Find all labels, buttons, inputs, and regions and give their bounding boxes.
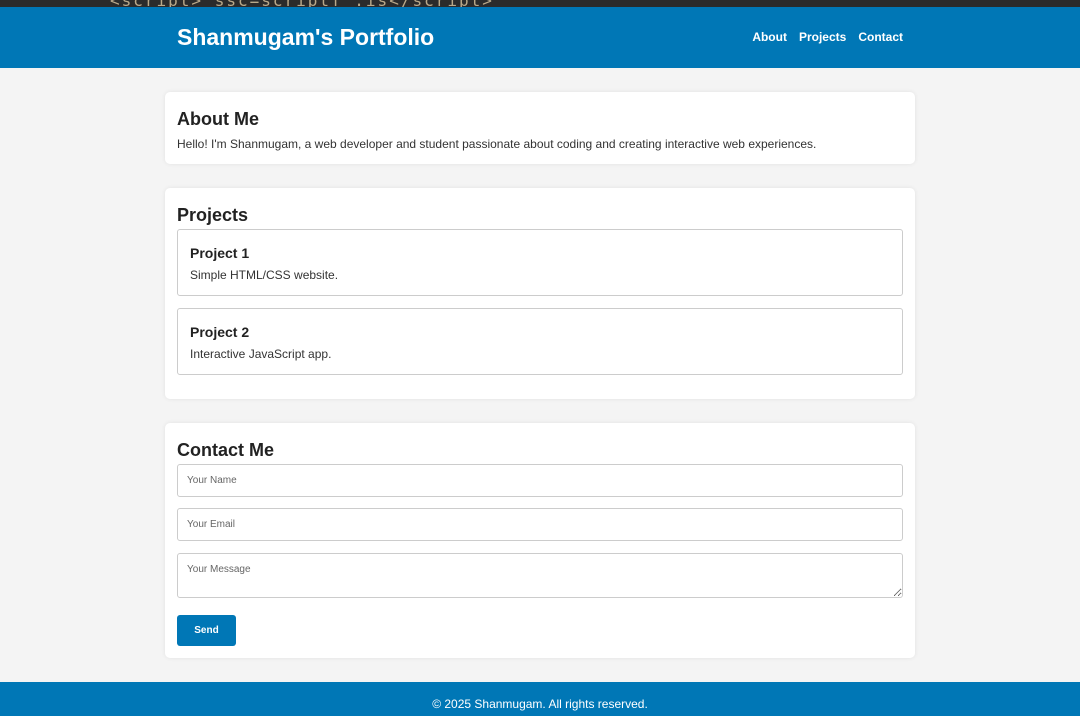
projects-heading: Projects [177,205,249,225]
site-header: Shanmugam's Portfolio About Projects Con… [0,7,1080,68]
email-input[interactable] [177,508,903,541]
about-heading: About Me [177,109,259,129]
decorative-code-glyphs: <script> ssc=scriptf .is</script> [110,0,494,7]
project-card: Project 2 Interactive JavaScript app. [177,308,903,375]
project-description: Simple HTML/CSS website. [190,268,339,282]
project-title: Project 1 [190,245,250,261]
project-title: Project 2 [190,324,250,340]
nav-link-contact[interactable]: Contact [858,29,903,45]
contact-heading: Contact Me [177,440,275,460]
browser-top-strip: <script> ssc=scriptf .is</script> [0,0,1080,7]
footer-copyright: © 2025 Shanmugam. All rights reserved. [432,697,648,711]
project-description: Interactive JavaScript app. [190,347,332,361]
about-text: Hello! I'm Shanmugam, a web developer an… [177,137,817,151]
site-footer: © 2025 Shanmugam. All rights reserved. [0,682,1080,716]
projects-section: Projects Project 1 Simple HTML/CSS websi… [165,188,915,399]
name-input[interactable] [177,464,903,497]
project-card: Project 1 Simple HTML/CSS website. [177,229,903,296]
nav-link-projects[interactable]: Projects [799,29,846,45]
message-textarea[interactable] [177,553,903,598]
contact-section: Contact Me Send [165,423,915,658]
main-nav: About Projects Contact [752,29,903,45]
about-section: About Me Hello! I'm Shanmugam, a web dev… [165,92,915,164]
nav-link-about[interactable]: About [752,29,787,45]
send-button[interactable]: Send [177,615,236,646]
site-title: Shanmugam's Portfolio [177,24,435,50]
